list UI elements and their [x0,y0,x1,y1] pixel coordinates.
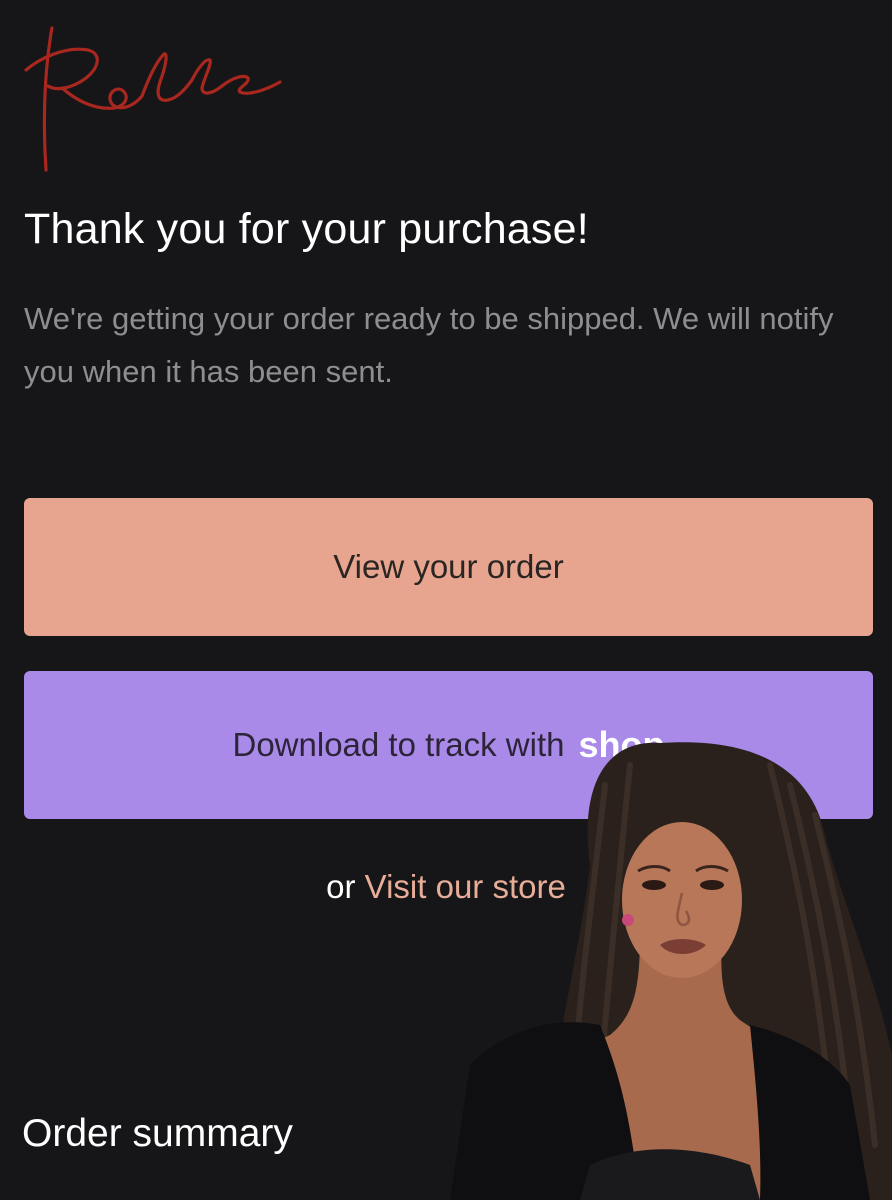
brand-signature-logo [24,26,282,172]
order-summary-title: Order summary [22,1112,293,1155]
order-confirmation-page: Thank you for your purchase! We're getti… [0,0,892,1200]
view-order-button[interactable]: View your order [24,498,873,636]
page-title: Thank you for your purchase! [24,205,589,253]
confirmation-message: We're getting your order ready to be shi… [24,301,834,389]
visit-prefix: or [326,868,356,905]
person-photo [450,742,892,1200]
view-order-label: View your order [333,548,564,585]
